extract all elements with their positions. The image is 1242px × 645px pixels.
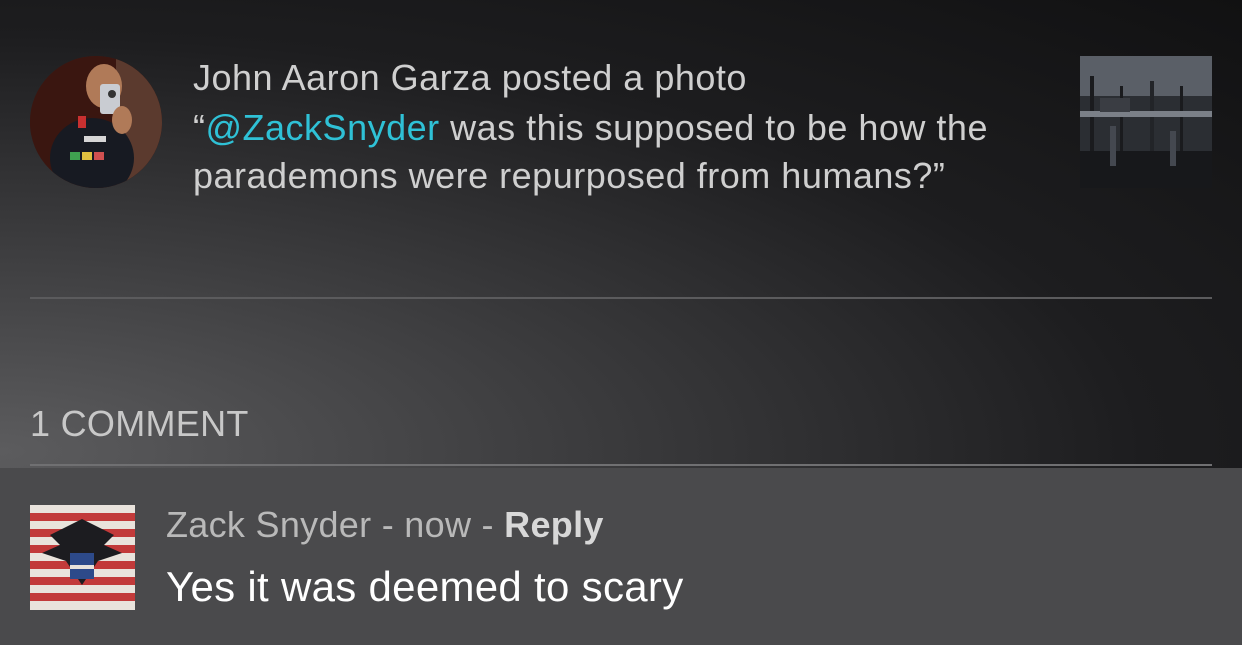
meta-separator: - [471, 504, 505, 545]
commenter-name[interactable]: Zack Snyder [166, 504, 371, 545]
post-action: posted a photo [501, 57, 747, 98]
open-quote: “ [193, 107, 206, 148]
post-notification[interactable]: John Aaron Garza posted a photo “@ZackSn… [0, 0, 1242, 300]
post-photo-thumbnail[interactable] [1080, 56, 1212, 188]
comment-item: Zack Snyder - now - Reply Yes it was dee… [0, 468, 1242, 645]
poster-avatar[interactable] [30, 56, 162, 188]
reply-button[interactable]: Reply [504, 504, 604, 545]
commenter-avatar[interactable] [30, 505, 135, 610]
comments-divider [30, 464, 1212, 466]
comment-timestamp: now [404, 504, 472, 545]
comment-text: Yes it was deemed to scary [166, 563, 684, 610]
poster-name[interactable]: John Aaron Garza [193, 57, 491, 98]
comment-meta: Zack Snyder - now - Reply [166, 502, 1166, 548]
mention-link[interactable]: @ZackSnyder [206, 107, 440, 148]
meta-separator: - [371, 504, 405, 545]
post-caption: “@ZackSnyder was this supposed to be how… [193, 104, 1013, 200]
comments-count-label: 1 COMMENT [30, 403, 249, 444]
close-quote: ” [932, 155, 946, 196]
post-divider [30, 297, 1212, 299]
post-header: John Aaron Garza posted a photo [193, 56, 1013, 100]
